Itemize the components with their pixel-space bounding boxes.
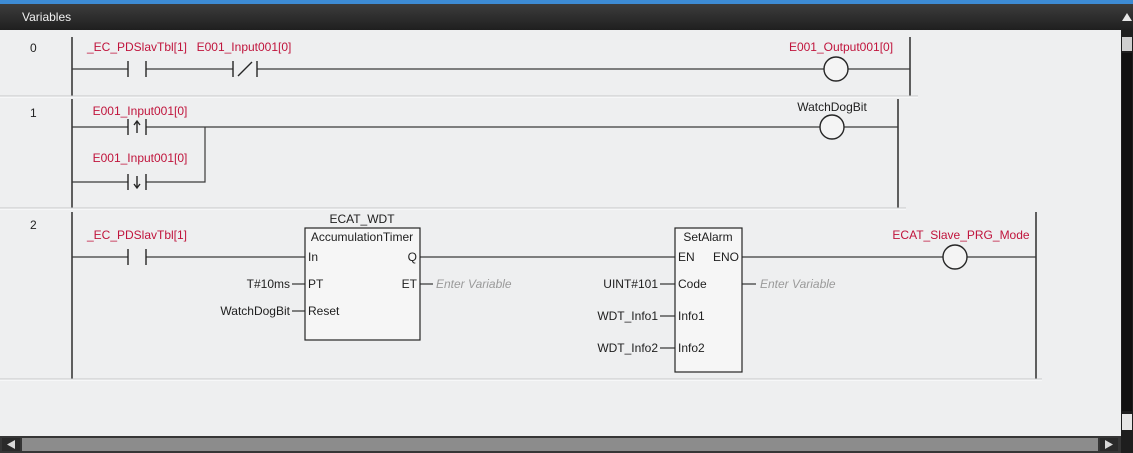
vertical-scroll-down-button[interactable] [1122,414,1132,430]
code-input-value[interactable]: UINT#101 [603,277,658,291]
block-type-name: SetAlarm [683,230,732,244]
horizontal-scroll-thumb[interactable] [22,438,1098,451]
pin-label-pt: PT [308,277,324,291]
info1-input-value[interactable]: WDT_Info1 [597,309,658,323]
block-type-name: AccumulationTimer [311,230,413,244]
horizontal-scrollbar[interactable] [0,436,1133,453]
pt-input-value[interactable]: T#10ms [247,277,290,291]
rung-number: 2 [30,218,37,232]
rung-number: 0 [30,41,37,55]
contact-variable-label[interactable]: _EC_PDSlavTbl[1] [86,228,187,242]
info2-input-value[interactable]: WDT_Info2 [597,341,658,355]
ladder-diagram[interactable]: 0 _EC_PDSlavTbl[1] E001_Input001[0] E001… [0,30,1121,436]
et-output-placeholder[interactable]: Enter Variable [436,277,512,291]
pin-label-info1: Info1 [678,309,705,323]
contact-variable-label[interactable]: E001_Input001[0] [197,40,292,54]
pin-label-in: In [308,250,318,264]
contact-variable-label[interactable]: E001_Input001[0] [93,104,188,118]
rung-1[interactable]: 1 E001_Input001[0] E001_Input001[0] Watc… [0,98,906,210]
coil-icon[interactable] [823,56,849,82]
scroll-up-icon[interactable] [1122,13,1132,21]
ladder-editor-window: Variables 0 _EC_PDSlavTbl[1] E001_Input0… [0,0,1133,453]
arrow-right-icon [1105,440,1113,449]
vertical-scrollbar[interactable] [1121,30,1133,436]
scroll-right-button[interactable] [1100,438,1118,451]
triangle-up-icon [1122,13,1132,21]
scroll-left-button[interactable] [2,438,20,451]
contact-variable-label[interactable]: E001_Input001[0] [93,151,188,165]
coil-icon[interactable] [819,114,845,140]
alarm-output-placeholder[interactable]: Enter Variable [760,277,836,291]
arrow-left-shape [7,440,15,449]
scrollbar-corner [1121,436,1133,453]
pin-label-en: EN [678,250,695,264]
rung-0[interactable]: 0 _EC_PDSlavTbl[1] E001_Input001[0] E001… [0,34,918,98]
arrow-left-icon [7,440,15,449]
reset-input-value[interactable]: WatchDogBit [220,304,290,318]
coil-variable-label[interactable]: ECAT_Slave_PRG_Mode [892,228,1030,242]
accumulation-timer-block[interactable]: ECAT_WDT AccumulationTimer In Q PT ET Re… [304,212,421,341]
coil-variable-label[interactable]: WatchDogBit [797,100,867,114]
panel-title: Variables [22,10,72,24]
contact-variable-label[interactable]: _EC_PDSlavTbl[1] [86,40,187,54]
pin-label-eno: ENO [713,250,739,264]
block-instance-name[interactable]: ECAT_WDT [329,212,395,226]
pin-label-reset: Reset [308,304,340,318]
vertical-scroll-thumb[interactable] [1122,53,1132,411]
set-alarm-block[interactable]: SetAlarm EN ENO Code Info1 Info2 [674,227,743,373]
coil-icon[interactable] [942,244,968,270]
rung-number: 1 [30,106,37,120]
coil-variable-label[interactable]: E001_Output001[0] [789,40,893,54]
pin-label-code: Code [678,277,707,291]
pin-label-et: ET [402,277,418,291]
arrow-right-shape [1105,440,1113,449]
pin-label-q: Q [408,250,417,264]
panel-header[interactable]: Variables [0,4,1133,30]
pin-label-info2: Info2 [678,341,705,355]
rung-2[interactable]: 2 _EC_PDSlavTbl[1] ECAT_WDT Accumulation… [0,210,1042,381]
vertical-scroll-up-button[interactable] [1122,37,1132,51]
